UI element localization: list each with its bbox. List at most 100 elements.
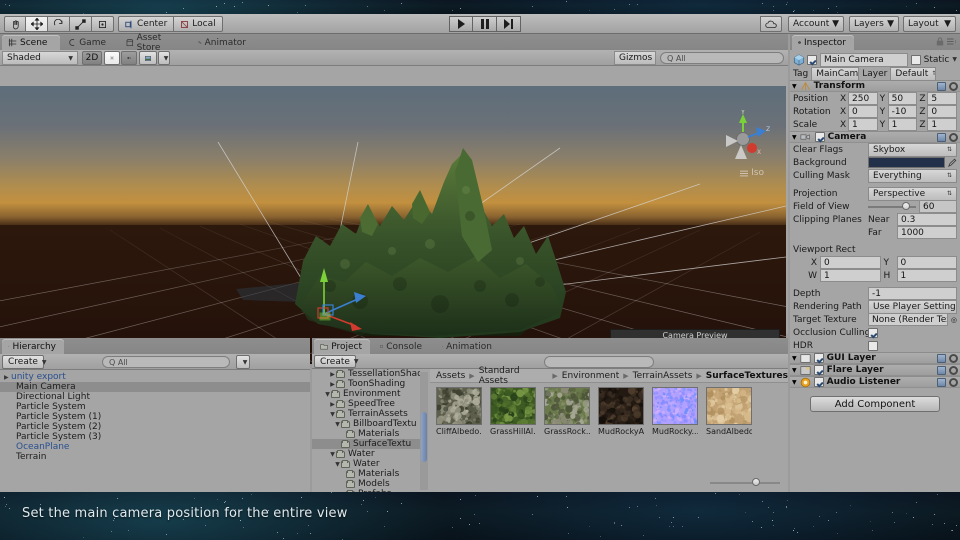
- tab-project[interactable]: Project: [314, 339, 370, 354]
- tab-game[interactable]: Game: [62, 35, 114, 50]
- draw-mode-dropdown[interactable]: Shaded ▼: [2, 51, 78, 65]
- scene-orientation-gizmo[interactable]: Y Z X: [714, 110, 772, 168]
- hierarchy-search-input[interactable]: Q All: [102, 356, 230, 368]
- layer-dropdown[interactable]: Default⇅: [890, 66, 937, 81]
- preset-icon[interactable]: [937, 377, 946, 387]
- transform-position-y-field[interactable]: 50: [887, 92, 918, 105]
- hierarchy-filter-button[interactable]: ▼: [236, 355, 250, 369]
- lighting-toggle-button[interactable]: [104, 51, 120, 65]
- projection-dropdown[interactable]: Perspective ⇅: [868, 186, 957, 201]
- account-dropdown[interactable]: Account ▼: [788, 16, 844, 32]
- scrollbar-thumb[interactable]: [421, 412, 427, 462]
- project-folder-tree[interactable]: ▶ TessellationShad ▶ ToonShading ▼ Environmen…: [312, 369, 420, 492]
- project-tree-item[interactable]: ▼ Water: [312, 459, 420, 469]
- asset-item[interactable]: GrassRock...: [544, 387, 590, 436]
- hierarchy-item[interactable]: Particle System (2): [0, 422, 310, 432]
- component-header[interactable]: ▼ GUI Layer: [790, 352, 960, 364]
- eyedropper-icon[interactable]: [948, 158, 957, 167]
- viewport-h-field[interactable]: 1: [896, 269, 957, 282]
- view-orientation-label[interactable]: Iso: [740, 168, 764, 178]
- lock-icon[interactable]: [936, 37, 944, 49]
- component-enabled-checkbox[interactable]: [813, 353, 824, 363]
- asset-zoom-slider[interactable]: [710, 476, 780, 488]
- disclosure-arrow-icon[interactable]: ▼: [329, 451, 336, 458]
- hierarchy-item[interactable]: Particle System (1): [0, 412, 310, 422]
- project-tree-item[interactable]: SurfaceTextu: [312, 439, 420, 449]
- gear-icon[interactable]: [949, 377, 958, 387]
- transform-rotation-z-field[interactable]: 0: [927, 105, 958, 118]
- breadcrumb-item[interactable]: Assets: [436, 371, 465, 381]
- camera-enabled-checkbox[interactable]: [814, 132, 825, 142]
- camera-component-header[interactable]: ▼ Camera: [790, 131, 960, 143]
- viewport-y-field[interactable]: 0: [896, 256, 957, 269]
- rect-tool-button[interactable]: [92, 16, 114, 32]
- breadcrumb[interactable]: Assets ▶ Standard Assets ▶ Environment ▶ Terra…: [430, 366, 788, 386]
- transform-component-header[interactable]: ▼ Transform: [790, 80, 960, 92]
- gear-icon[interactable]: [949, 353, 958, 363]
- fx-toggle-button[interactable]: [139, 51, 157, 65]
- disclosure-arrow-icon[interactable]: ▼: [792, 379, 797, 386]
- move-tool-button[interactable]: [26, 16, 48, 32]
- transform-scale-x-field[interactable]: 1: [848, 118, 878, 131]
- layout-dropdown[interactable]: Layout ▼: [903, 16, 956, 32]
- breadcrumb-item[interactable]: SurfaceTextures: [706, 371, 788, 381]
- rendering-path-dropdown[interactable]: Use Player Settings⇅: [868, 299, 957, 314]
- scale-tool-button[interactable]: [70, 16, 92, 32]
- viewport-w-field[interactable]: 1: [820, 269, 881, 282]
- disclosure-arrow-icon[interactable]: ▶: [4, 374, 11, 381]
- hierarchy-item[interactable]: Directional Light: [0, 392, 310, 402]
- near-field[interactable]: 0.3: [897, 213, 957, 226]
- project-search-input[interactable]: [544, 356, 654, 368]
- asset-item[interactable]: GrassHillAl...: [490, 387, 536, 436]
- menu-icon[interactable]: [947, 38, 957, 48]
- project-tree-item[interactable]: ▶ SpeedTree: [312, 399, 420, 409]
- disclosure-arrow-icon[interactable]: ▶: [329, 401, 336, 408]
- asset-item[interactable]: MudRockyA...: [598, 387, 644, 436]
- static-checkbox[interactable]: [910, 54, 921, 65]
- scene-search-input[interactable]: Q All: [660, 52, 784, 64]
- project-tree-item[interactable]: Models: [312, 479, 420, 489]
- disclosure-arrow-icon[interactable]: ▼: [792, 367, 797, 374]
- target-texture-field[interactable]: None (Render Textu: [868, 313, 948, 326]
- fx-dropdown-button[interactable]: ▼: [158, 51, 170, 65]
- tab-animation[interactable]: Animation: [436, 339, 500, 354]
- object-enabled-checkbox[interactable]: [807, 54, 817, 65]
- tab-console[interactable]: Console: [374, 339, 430, 354]
- tab-asset-store[interactable]: Asset Store: [120, 33, 188, 53]
- hdr-checkbox[interactable]: [868, 340, 878, 351]
- preset-icon[interactable]: [937, 365, 946, 375]
- disclosure-arrow-icon[interactable]: ▼: [329, 411, 336, 418]
- slider-knob[interactable]: [752, 478, 760, 486]
- rotate-tool-button[interactable]: [48, 16, 70, 32]
- preset-icon[interactable]: [937, 132, 946, 142]
- two-d-toggle-button[interactable]: 2D: [82, 51, 102, 65]
- component-enabled-checkbox[interactable]: [813, 377, 824, 387]
- add-component-button[interactable]: Add Component: [810, 396, 940, 412]
- breadcrumb-item[interactable]: Environment: [562, 371, 619, 381]
- disclosure-arrow-icon[interactable]: ▼: [334, 461, 341, 468]
- project-tree-item[interactable]: ▼ Environment: [312, 389, 420, 399]
- hierarchy-item[interactable]: Main Camera: [0, 382, 310, 392]
- asset-item[interactable]: SandAlbedo: [706, 387, 752, 436]
- project-tree-item[interactable]: Prefabs: [312, 489, 420, 492]
- project-tree-item[interactable]: Materials: [312, 469, 420, 479]
- step-button[interactable]: [497, 16, 521, 32]
- hand-tool-button[interactable]: [4, 16, 26, 32]
- culling-mask-dropdown[interactable]: Everything ⇅: [868, 168, 957, 183]
- transform-position-x-field[interactable]: 250: [848, 92, 878, 105]
- object-picker-icon[interactable]: ◎: [951, 316, 957, 324]
- occlusion-culling-checkbox[interactable]: [868, 327, 878, 338]
- play-button[interactable]: [449, 16, 473, 32]
- transform-scale-y-field[interactable]: 1: [887, 118, 918, 131]
- slider-knob[interactable]: [902, 202, 910, 210]
- tag-dropdown[interactable]: MainCamera⇅: [811, 66, 860, 81]
- fov-slider[interactable]: [868, 201, 916, 212]
- gear-icon[interactable]: [949, 132, 958, 142]
- project-tree-scrollbar[interactable]: [420, 372, 428, 490]
- hierarchy-item[interactable]: Particle System (3): [0, 432, 310, 442]
- gear-icon[interactable]: [949, 365, 958, 375]
- disclosure-arrow-icon[interactable]: ▼: [792, 355, 797, 362]
- transform-position-z-field[interactable]: 5: [927, 92, 958, 105]
- audio-toggle-button[interactable]: [121, 51, 137, 65]
- pivot-rotation-button[interactable]: Local: [174, 16, 223, 32]
